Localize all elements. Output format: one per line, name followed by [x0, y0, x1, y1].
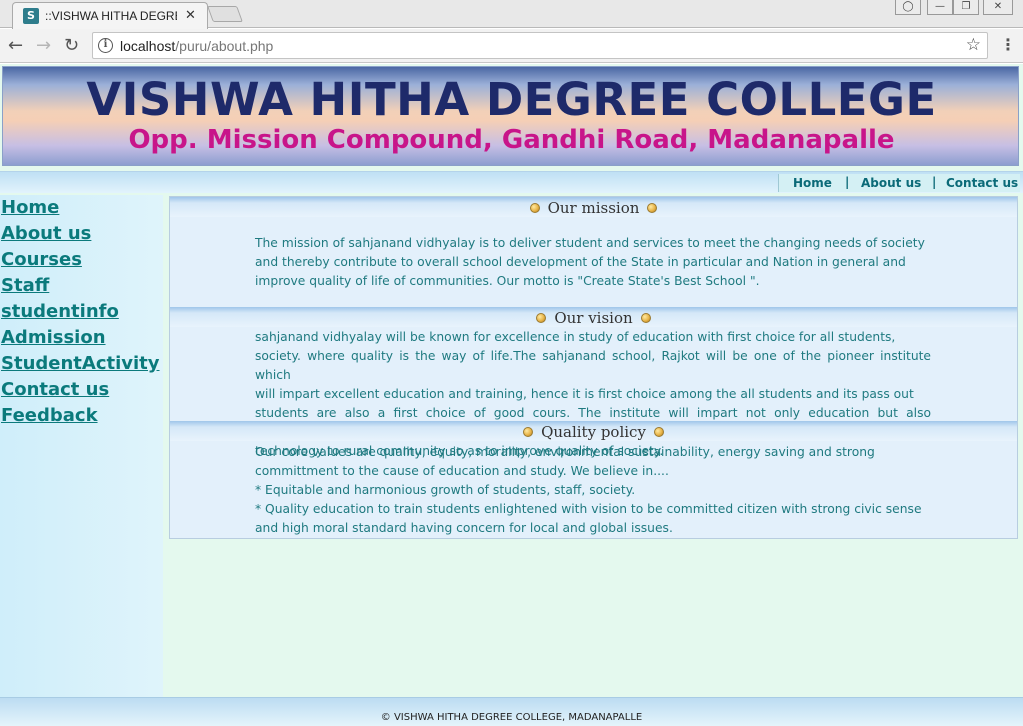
browser-tab-strip: S ::VISHWA HITHA DEGREE ✕ ◯ — ❐ ✕: [0, 0, 1023, 29]
bullet-icon: [640, 313, 651, 323]
browser-menu-icon[interactable]: ⋮: [1000, 35, 1016, 54]
top-nav-about-us[interactable]: About us: [861, 176, 921, 190]
vision-line: will impart excellent education and trai…: [255, 387, 914, 401]
mission-line: The mission of sahjanand vidhyalay is to…: [255, 236, 925, 250]
tab-title: ::VISHWA HITHA DEGREE: [45, 9, 177, 23]
bullet-icon: [523, 427, 534, 437]
footer-copyright: © VISHWA HITHA DEGREE COLLEGE, MADANAPAL…: [380, 712, 643, 723]
minimize-icon[interactable]: —: [927, 0, 953, 15]
reload-icon[interactable]: ↻: [64, 35, 79, 56]
url-host: localhost: [120, 38, 176, 54]
quality-line: committment to the cause of education an…: [255, 464, 669, 478]
top-nav-home[interactable]: Home: [793, 176, 832, 190]
top-nav-contact-us[interactable]: Contact us: [946, 176, 1018, 190]
quality-paragraph: Our core values are quality, equity, mor…: [255, 443, 931, 538]
top-navigation-bar: Home | About us | Contact us: [0, 171, 1023, 193]
sidebar-item-about-us[interactable]: About us: [1, 223, 91, 244]
banner-subtitle: Opp. Mission Compound, Gandhi Road, Mada…: [128, 125, 895, 155]
bullet-icon: [529, 203, 540, 213]
url-path: /puru/about.php: [175, 38, 274, 54]
sidebar-item-admission[interactable]: Admission: [1, 327, 106, 348]
sidebar-menu: Home About us Courses Staff studentinfo …: [0, 195, 163, 697]
bullet-icon: [653, 427, 664, 437]
bookmark-star-icon[interactable]: ☆: [966, 35, 981, 55]
mission-title-text: Our mission: [547, 199, 640, 217]
vision-line: sahjanand vidhyalay will be known for ex…: [255, 330, 896, 344]
window-close-icon[interactable]: ✕: [983, 0, 1013, 15]
quality-line: * Equitable and harmonious growth of stu…: [255, 483, 636, 497]
sidebar-item-courses[interactable]: Courses: [1, 249, 82, 270]
college-banner: VISHWA HITHA DEGREE COLLEGE Opp. Mission…: [2, 66, 1019, 166]
new-tab-button[interactable]: [207, 6, 243, 22]
mission-line: and thereby contribute to overall school…: [255, 255, 906, 269]
quality-section-header: Quality policy: [170, 421, 1017, 441]
vision-paragraph: sahjanand vidhyalay will be known for ex…: [255, 328, 931, 461]
site-info-icon[interactable]: i: [98, 38, 113, 53]
address-bar[interactable]: i localhost/puru/about.php ☆: [92, 32, 988, 59]
quality-title: Quality policy: [170, 423, 1017, 441]
sidebar-item-feedback[interactable]: Feedback: [1, 405, 98, 426]
vision-title: Our vision: [170, 309, 1017, 327]
mission-paragraph: The mission of sahjanand vidhyalay is to…: [255, 234, 931, 291]
sidebar-item-contact-us[interactable]: Contact us: [1, 379, 109, 400]
profile-icon[interactable]: ◯: [895, 0, 921, 15]
banner-title: VISHWA HITHA DEGREE COLLEGE: [86, 73, 937, 126]
sidebar-item-studentinfo[interactable]: studentinfo: [1, 301, 119, 322]
url-text: localhost/puru/about.php: [120, 38, 273, 54]
sidebar-item-studentactivity[interactable]: StudentActivity: [1, 353, 160, 374]
browser-toolbar: ← → ↻ i localhost/puru/about.php ☆ ⋮: [0, 29, 1023, 63]
browser-tab[interactable]: S ::VISHWA HITHA DEGREE ✕: [12, 2, 208, 29]
sidebar-item-staff[interactable]: Staff: [1, 275, 49, 296]
vision-section-header: Our vision: [170, 307, 1017, 327]
sidebar-item-home[interactable]: Home: [1, 197, 59, 218]
site-favicon-icon: S: [23, 8, 39, 24]
top-nav-separator: |: [932, 175, 937, 189]
top-nav-links: Home | About us | Contact us: [778, 174, 1020, 192]
mission-section-header: Our mission: [170, 197, 1017, 217]
back-arrow-icon[interactable]: ←: [8, 35, 23, 56]
vision-line: society. where quality is the way of lif…: [255, 349, 931, 382]
vision-title-text: Our vision: [554, 309, 633, 327]
bullet-icon: [536, 313, 547, 323]
top-nav-separator: |: [845, 175, 850, 189]
quality-line: and high moral standard having concern f…: [255, 521, 673, 535]
page-footer: © VISHWA HITHA DEGREE COLLEGE, MADANAPAL…: [0, 697, 1023, 726]
quality-title-text: Quality policy: [541, 423, 646, 441]
quality-line: * Quality education to train students en…: [255, 502, 922, 516]
web-page: VISHWA HITHA DEGREE COLLEGE Opp. Mission…: [0, 64, 1023, 726]
main-content: Our mission The mission of sahjanand vid…: [169, 196, 1018, 539]
tab-close-icon[interactable]: ✕: [185, 8, 196, 23]
mission-title: Our mission: [170, 199, 1017, 217]
mission-line: improve quality of life of communities. …: [255, 274, 760, 288]
quality-line: Our core values are quality, equity, mor…: [255, 445, 875, 459]
bullet-icon: [647, 203, 658, 213]
forward-arrow-icon[interactable]: →: [36, 35, 51, 56]
restore-icon[interactable]: ❐: [953, 0, 979, 15]
